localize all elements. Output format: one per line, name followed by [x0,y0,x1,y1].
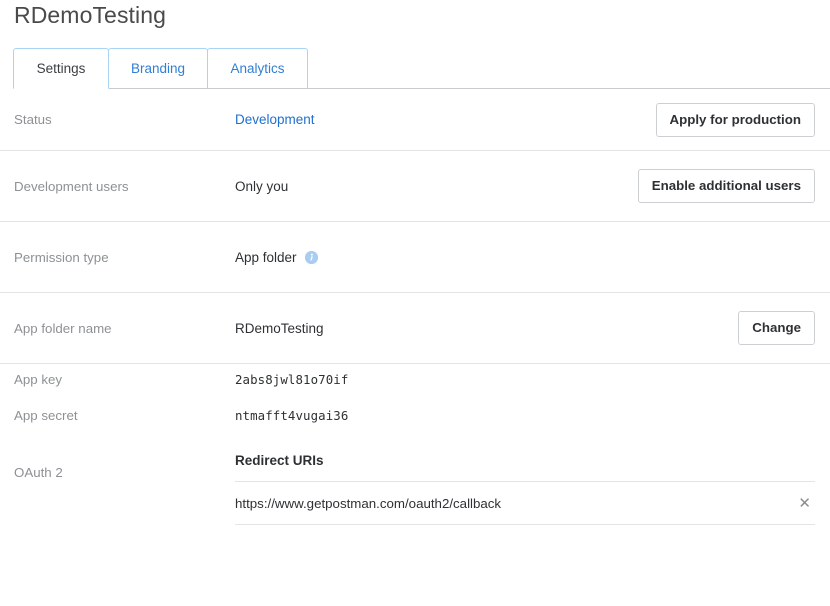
row-permission-type-value: App folder [235,250,815,265]
change-app-folder-name-button[interactable]: Change [738,311,815,345]
apply-for-production-button[interactable]: Apply for production [656,103,815,137]
row-development-users-action: Enable additional users [638,169,815,203]
row-status-value: Development [235,112,656,127]
tab-analytics[interactable]: Analytics [207,48,308,89]
row-development-users: Development users Only you Enable additi… [0,151,830,222]
row-app-folder-name: App folder name RDemoTesting Change [0,293,830,364]
redirect-uri-value[interactable]: https://www.getpostman.com/oauth2/callba… [235,496,501,511]
row-app-folder-name-value: RDemoTesting [235,321,738,336]
redirect-uris-title: Redirect URIs [235,453,815,481]
row-app-secret-label: App secret [14,408,235,423]
tab-bar: Settings Branding Analytics [0,48,830,89]
row-permission-type-label: Permission type [14,250,235,265]
info-icon[interactable] [305,251,318,264]
row-oauth2: OAuth 2 Redirect URIs https://www.getpos… [0,435,830,525]
row-development-users-label: Development users [14,179,235,194]
tab-settings-label: Settings [37,61,86,76]
oauth2-body: Redirect URIs https://www.getpostman.com… [235,453,815,525]
row-status-label: Status [14,112,235,127]
settings-list: Status Development Apply for production … [0,89,830,525]
row-status: Status Development Apply for production [0,89,830,151]
row-app-folder-name-label: App folder name [14,321,235,336]
tab-branding[interactable]: Branding [108,48,208,89]
row-app-secret: App secret ntmafft4vugai36 [0,395,830,435]
row-app-key-value: 2abs8jwl81o70if [235,372,815,387]
row-app-folder-name-action: Change [738,311,815,345]
row-app-secret-value: ntmafft4vugai36 [235,408,815,423]
tab-analytics-label: Analytics [230,61,284,76]
row-permission-type: Permission type App folder [0,222,830,293]
enable-additional-users-button[interactable]: Enable additional users [638,169,815,203]
page-title: RDemoTesting [14,0,166,30]
close-icon[interactable]: ✕ [798,496,815,511]
row-app-key-label: App key [14,372,235,387]
row-development-users-value: Only you [235,179,638,194]
redirect-uri-row: https://www.getpostman.com/oauth2/callba… [235,481,815,525]
row-oauth2-label: OAuth 2 [14,453,235,525]
status-development-link[interactable]: Development [235,112,315,127]
permission-type-text: App folder [235,250,297,265]
row-app-key: App key 2abs8jwl81o70if [0,364,830,395]
row-status-action: Apply for production [656,103,815,137]
tab-branding-label: Branding [131,61,185,76]
tab-settings[interactable]: Settings [13,48,109,89]
